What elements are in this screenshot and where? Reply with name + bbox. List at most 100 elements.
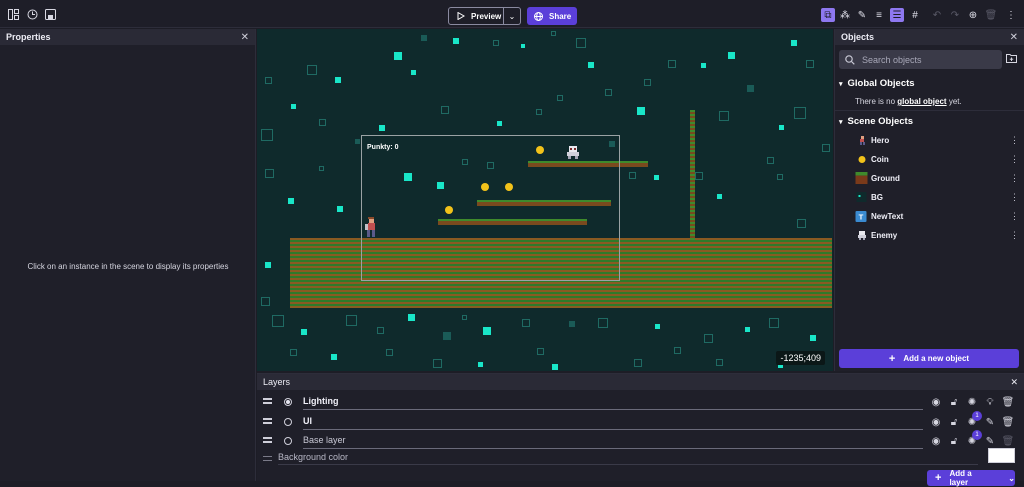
background-tile <box>335 77 341 83</box>
add-folder-icon[interactable] <box>1006 53 1018 65</box>
lock-open-icon[interactable]: 🔓︎ <box>948 435 960 447</box>
object-item-newtext[interactable]: T NewText ⋮ <box>835 207 1024 225</box>
score-text-instance[interactable]: Punkty: 0 <box>367 144 399 151</box>
background-tile <box>806 60 814 68</box>
object-item-coin[interactable]: Coin ⋮ <box>835 150 1024 168</box>
background-tile <box>779 125 784 130</box>
object-item-ground[interactable]: Ground ⋮ <box>835 169 1024 187</box>
layer-select-radio[interactable] <box>284 418 292 426</box>
svg-text:T: T <box>859 212 864 221</box>
close-icon[interactable]: ✕ <box>1010 377 1018 388</box>
search-input[interactable] <box>862 54 982 65</box>
background-tile <box>629 172 636 179</box>
layer-select-radio[interactable] <box>284 398 292 406</box>
grid-icon[interactable]: # <box>908 8 922 22</box>
background-tile <box>493 40 499 46</box>
background-tile <box>408 314 415 321</box>
close-icon[interactable]: ✕ <box>1010 32 1018 43</box>
add-layer-button[interactable]: + Add a layer ⌄ <box>927 469 1015 487</box>
close-icon[interactable]: ✕ <box>241 32 249 43</box>
lock-open-icon[interactable]: 🔓︎ <box>948 396 960 408</box>
lock-open-icon[interactable]: 🔓︎ <box>948 416 960 428</box>
global-objects-section[interactable]: ▾ Global Objects <box>839 78 915 89</box>
effects-icon[interactable]: ✺ 1 <box>966 411 982 428</box>
trash-icon[interactable]: 🗑︎ <box>1002 416 1015 428</box>
delete-icon[interactable]: 🗑 <box>984 8 998 22</box>
objects-panel-toggle-icon[interactable]: ⧉ <box>821 8 835 22</box>
drag-handle-icon[interactable] <box>263 398 272 404</box>
undo-icon[interactable]: ↶ <box>930 8 944 22</box>
global-empty-text: There is no <box>855 97 898 106</box>
layers-panel: Layers ✕ Lighting ◉ 🔓︎ ✺ 💡︎ 🗑︎ UI ◉ 🔓︎ ✺… <box>257 373 1024 487</box>
project-manager-icon[interactable] <box>6 7 20 21</box>
save-icon[interactable] <box>43 7 57 21</box>
preview-options-button[interactable]: ⌄ <box>504 7 521 25</box>
global-object-link[interactable]: global object <box>897 97 946 106</box>
scene-objects-section[interactable]: ▾ Scene Objects <box>839 116 913 127</box>
top-toolbar: Preview ⌄ Share ⧉ ⁂ ✎ ≡ ☰ # ↶ ↷ ⊕ 🗑 ⋮ <box>0 0 1024 28</box>
background-tile <box>777 174 783 180</box>
object-item-enemy[interactable]: Enemy ⋮ <box>835 226 1024 244</box>
eye-icon[interactable]: ◉ <box>930 435 942 447</box>
background-tile <box>716 359 723 366</box>
layer-select-radio[interactable] <box>284 437 292 445</box>
layers-panel-toggle-icon[interactable]: ☰ <box>890 8 904 22</box>
drag-handle-icon[interactable] <box>263 418 272 424</box>
zoom-icon[interactable]: ⊕ <box>966 8 980 22</box>
more-options-icon[interactable]: ⋮ <box>1010 173 1019 184</box>
layer-row-base[interactable]: Base layer ◉ 🔓︎ ✺ 1 ✎ 🗑︎ <box>257 430 1024 451</box>
chevron-down-icon: ▾ <box>839 118 843 126</box>
more-options-icon[interactable]: ⋮ <box>1010 211 1019 222</box>
edit-icon[interactable]: ✎ <box>984 416 996 428</box>
eye-icon[interactable]: ◉ <box>930 396 942 408</box>
global-objects-empty: There is no global object yet. <box>855 97 962 106</box>
layer-name[interactable]: Lighting <box>303 396 923 410</box>
trash-icon[interactable]: 🗑︎ <box>1002 396 1015 408</box>
more-options-icon[interactable]: ⋮ <box>1010 154 1019 165</box>
background-tile <box>537 348 544 355</box>
redo-icon[interactable]: ↷ <box>948 8 962 22</box>
background-tile <box>605 89 612 96</box>
more-options-icon[interactable]: ⋮ <box>1010 192 1019 203</box>
background-tile <box>288 198 294 204</box>
cursor-coordinates: -1235;409 <box>776 351 825 365</box>
divider <box>278 464 978 465</box>
add-object-button[interactable]: + Add a new object <box>839 349 1019 368</box>
preview-button[interactable]: Preview <box>448 7 504 25</box>
drag-handle-icon[interactable] <box>263 437 272 443</box>
effects-icon[interactable]: ✺ 1 <box>966 430 982 447</box>
global-empty-suffix: yet. <box>946 97 962 106</box>
scene-canvas[interactable]: Punkty: 0 -1235;409 <box>257 29 833 371</box>
search-box[interactable] <box>839 50 1002 69</box>
background-tile <box>478 362 483 367</box>
debugger-icon[interactable] <box>25 7 39 21</box>
properties-edit-icon[interactable]: ✎ <box>855 8 869 22</box>
object-item-hero[interactable]: Hero ⋮ <box>835 131 1024 149</box>
effects-count-badge: 1 <box>972 430 982 440</box>
background-tile <box>695 172 703 180</box>
background-tile <box>637 107 645 115</box>
layer-row-lighting[interactable]: Lighting ◉ 🔓︎ ✺ 💡︎ 🗑︎ <box>257 394 1024 412</box>
layer-row-ui[interactable]: UI ◉ 🔓︎ ✺ 1 ✎ 🗑︎ <box>257 411 1024 432</box>
background-tile <box>319 166 324 171</box>
share-button[interactable]: Share <box>527 7 577 25</box>
effects-icon[interactable]: ✺ <box>966 396 978 408</box>
ground-pillar[interactable] <box>690 110 695 240</box>
background-color-swatch[interactable] <box>988 448 1015 463</box>
object-item-bg[interactable]: BG ⋮ <box>835 188 1024 206</box>
layer-name[interactable]: UI <box>303 416 923 430</box>
lightbulb-icon[interactable]: 💡︎ <box>984 396 996 408</box>
objects-header: Objects ✕ <box>835 29 1024 45</box>
background-tile <box>655 324 660 329</box>
eye-icon[interactable]: ◉ <box>930 416 942 428</box>
background-tile <box>411 70 416 75</box>
more-options-icon[interactable]: ⋮ <box>1010 230 1019 241</box>
edit-icon[interactable]: ✎ <box>984 435 996 447</box>
instances-list-icon[interactable]: ≡ <box>872 8 886 22</box>
layer-name[interactable]: Base layer <box>303 435 923 449</box>
object-groups-icon[interactable]: ⁂ <box>838 8 852 22</box>
more-options-icon[interactable]: ⋮ <box>1004 8 1018 22</box>
background-color-label: Background color <box>278 452 349 462</box>
more-options-icon[interactable]: ⋮ <box>1010 135 1019 146</box>
object-name: NewText <box>871 211 904 221</box>
